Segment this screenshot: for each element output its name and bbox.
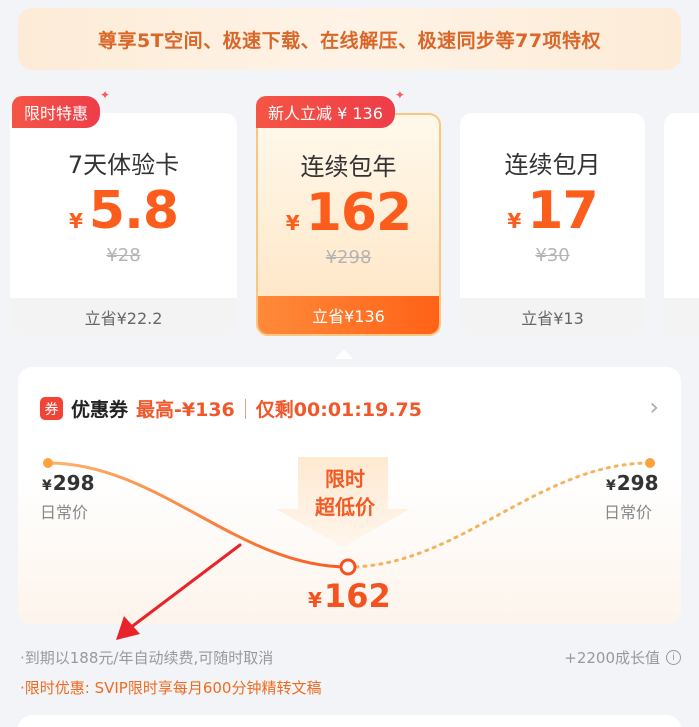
plan-card-monthly[interactable]: 连续包月 ¥ 17 ¥30 立省¥13	[460, 113, 645, 336]
plan-savings: 立省¥13	[460, 298, 645, 336]
tag-limited-offer: 限时特惠 ✦	[12, 88, 110, 128]
plan-savings: 立省¥22.2	[10, 298, 237, 336]
promo-badge-line2: 超低价	[315, 495, 375, 519]
low-price-value: 162	[323, 577, 391, 615]
plan-price-value: 162	[305, 183, 413, 243]
plan-name: 连续包年	[300, 153, 397, 181]
sparkle-icon: ✦	[99, 88, 111, 102]
plan-card-partial[interactable]	[664, 113, 699, 336]
low-price: ¥162	[308, 577, 391, 615]
plan-savings-partial	[664, 298, 699, 336]
plan-name: 7天体验卡	[67, 151, 180, 179]
coupon-panel: 券 优惠券 最高-¥136 仅剩00:01:19.75 › ¥298 日常价 ¥…	[18, 367, 681, 624]
plan-card-yearly[interactable]: 连续包年 ¥ 162 ¥298 立省¥136	[256, 113, 441, 336]
left-daily-price-value: 298	[52, 471, 95, 495]
currency-symbol: ¥	[68, 209, 83, 233]
plan-original-price: ¥30	[535, 245, 570, 266]
promo-badge-text: 限时 超低价	[280, 465, 410, 521]
yen-symbol: ¥	[606, 478, 616, 494]
plan-original-price: ¥298	[325, 247, 372, 268]
yen-symbol: ¥	[308, 588, 322, 612]
left-daily-label: 日常价	[40, 503, 89, 522]
curve-low-point	[339, 558, 357, 576]
currency-symbol: ¥	[507, 209, 522, 233]
auto-renew-note: ·到期以188元/年自动续费,可随时取消	[20, 649, 274, 667]
sparkle-icon: ✦	[394, 88, 405, 102]
bottom-card-partial	[18, 715, 681, 727]
growth-value[interactable]: +2200成长值 i	[564, 647, 681, 668]
plan-savings: 立省¥136	[258, 296, 439, 334]
plan-price: ¥ 17	[460, 181, 645, 241]
plan-name: 连续包月	[504, 151, 601, 179]
growth-value-text: +2200成长值	[564, 649, 660, 667]
right-daily-price: ¥298	[606, 471, 659, 495]
tag-limited-offer-text: 限时特惠	[24, 104, 89, 123]
right-daily-label: 日常价	[604, 503, 653, 522]
selection-pointer	[335, 349, 353, 359]
plan-price-value: 5.8	[88, 181, 179, 241]
promo-note: ·限时优惠: SVIP限时享每月600分钟精转文稿	[20, 679, 322, 697]
privilege-banner-text: 尊享5T空间、极速下载、在线解压、极速同步等77项特权	[97, 29, 602, 52]
info-icon[interactable]: i	[666, 650, 681, 665]
plan-card-trial[interactable]: 7天体验卡 ¥ 5.8 ¥28 立省¥22.2	[10, 113, 237, 336]
tag-new-user-discount-text: 新人立减 ¥ 136	[268, 104, 383, 123]
tag-new-user-discount: 新人立减 ¥ 136 ✦	[256, 88, 405, 128]
promo-badge-line1: 限时	[325, 467, 365, 491]
privilege-banner: 尊享5T空间、极速下载、在线解压、极速同步等77项特权	[18, 8, 681, 70]
plan-price-value: 17	[527, 181, 598, 241]
plan-original-price: ¥28	[106, 245, 141, 266]
right-daily-price-value: 298	[616, 471, 659, 495]
curve-start-point	[43, 458, 53, 468]
curve-end-point	[645, 458, 655, 468]
plan-price: ¥ 5.8	[10, 181, 237, 241]
currency-symbol: ¥	[285, 211, 300, 235]
left-daily-price: ¥298	[42, 471, 95, 495]
plan-price: ¥ 162	[258, 183, 439, 243]
yen-symbol: ¥	[42, 478, 52, 494]
